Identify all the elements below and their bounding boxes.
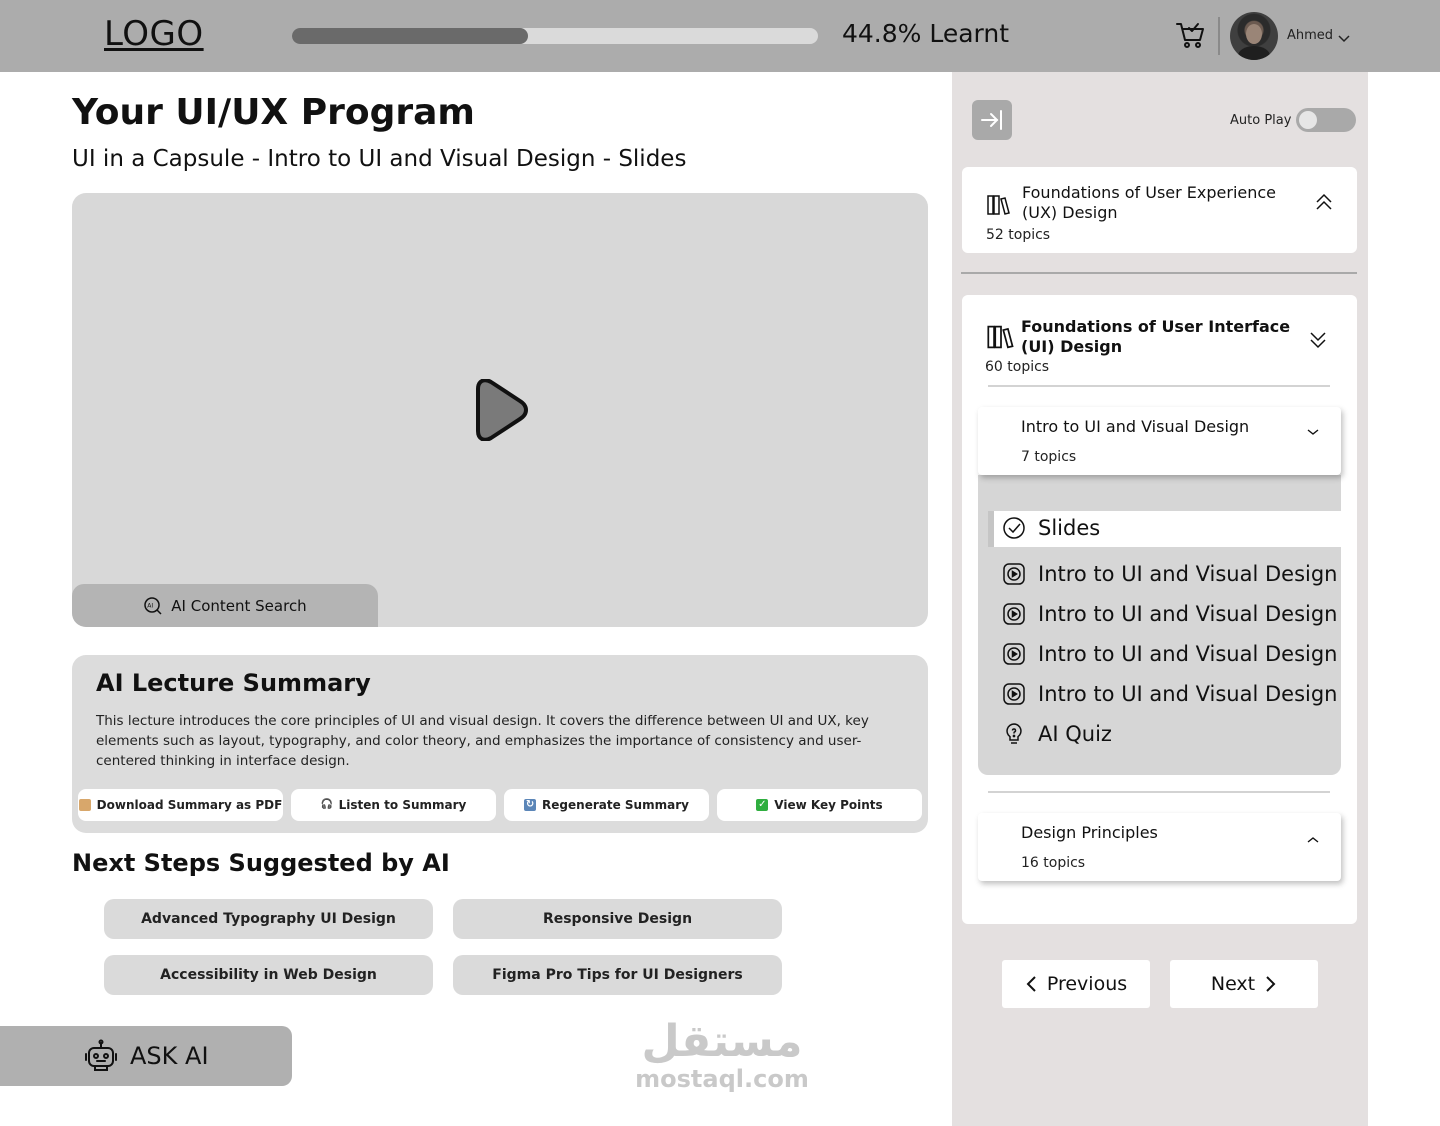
- lesson-item[interactable]: Intro to UI and Visual Design: [1002, 679, 1338, 709]
- download-summary-pdf-button[interactable]: Download Summary as PDF: [78, 789, 283, 821]
- regenerate-summary-button[interactable]: ↻ Regenerate Summary: [504, 789, 709, 821]
- check-icon: ✓: [756, 799, 769, 811]
- lesson-label: Intro to UI and Visual Design: [1038, 562, 1338, 586]
- collapse-sidebar-button[interactable]: [972, 100, 1012, 140]
- play-icon[interactable]: [470, 378, 530, 442]
- video-icon: [1003, 563, 1025, 585]
- lesson-label: Intro to UI and Visual Design: [1038, 642, 1338, 666]
- lesson-item[interactable]: Slides: [1002, 513, 1100, 543]
- lightbulb-icon: [1006, 723, 1022, 744]
- suggestion-button[interactable]: Advanced Typography UI Design: [104, 899, 433, 939]
- lesson-breadcrumb: UI in a Capsule - Intro to UI and Visual…: [72, 146, 687, 172]
- view-key-points-label: View Key Points: [774, 798, 883, 812]
- video-icon: [1003, 683, 1025, 705]
- chevron-right-icon: [1266, 976, 1276, 992]
- header-divider: [1218, 17, 1220, 55]
- lesson-label: Intro to UI and Visual Design: [1038, 602, 1338, 626]
- regenerate-summary-label: Regenerate Summary: [542, 798, 689, 812]
- user-name[interactable]: Ahmed: [1287, 28, 1333, 43]
- watermark-latin: mostaql.com: [635, 1065, 809, 1093]
- lesson-item[interactable]: Intro to UI and Visual Design: [1002, 599, 1338, 629]
- video-icon: [1003, 603, 1025, 625]
- ai-content-search-label: AI Content Search: [171, 596, 307, 615]
- top-bar: LOGO 44.8% Learnt Ahmed: [0, 0, 1440, 72]
- autoplay-label: Auto Play: [1230, 113, 1292, 128]
- books-icon: [987, 195, 1010, 215]
- autoplay-toggle[interactable]: [1296, 108, 1356, 132]
- chevron-down-icon[interactable]: [1306, 427, 1320, 437]
- next-button[interactable]: Next: [1170, 960, 1318, 1008]
- suggestion-button[interactable]: Accessibility in Web Design: [104, 955, 433, 995]
- listen-summary-label: Listen to Summary: [338, 798, 467, 812]
- next-steps-title: Next Steps Suggested by AI: [72, 849, 450, 877]
- toggle-knob: [1299, 111, 1317, 129]
- summary-title: AI Lecture Summary: [96, 669, 371, 697]
- chevron-up-icon[interactable]: [1306, 835, 1320, 845]
- course-topic-count: 52 topics: [986, 227, 1051, 243]
- check-circle-icon: [1003, 517, 1025, 539]
- summary-text: This lecture introduces the core princip…: [96, 713, 869, 769]
- course-ui: Foundations of User Interface (UI) Desig…: [962, 295, 1357, 924]
- chevron-double-down-icon[interactable]: [1308, 329, 1328, 351]
- lesson-label: AI Quiz: [1038, 722, 1112, 746]
- cart-icon[interactable]: [1174, 18, 1208, 52]
- progress-bar: [292, 28, 818, 44]
- course-topic-count: 60 topics: [985, 359, 1050, 375]
- view-key-points-button[interactable]: ✓ View Key Points: [717, 789, 922, 821]
- lesson-label: Slides: [1038, 516, 1101, 540]
- next-label: Next: [1210, 973, 1256, 995]
- course-sidebar: Auto Play Foundations of User Experience…: [952, 72, 1368, 1126]
- listen-summary-button[interactable]: 🎧 Listen to Summary: [291, 789, 496, 821]
- collapse-right-icon: [981, 110, 1002, 130]
- module-title: Design Principles: [1021, 823, 1158, 842]
- books-icon: [987, 325, 1014, 349]
- chevron-left-icon: [1026, 976, 1036, 992]
- video-icon: [1003, 643, 1025, 665]
- lesson-item[interactable]: Intro to UI and Visual Design: [1002, 639, 1338, 669]
- svg-text:AI: AI: [148, 602, 154, 609]
- course-ux[interactable]: Foundations of User Experience (UX) Desi…: [962, 167, 1357, 253]
- suggestion-button[interactable]: Responsive Design: [453, 899, 782, 939]
- headphones-icon: 🎧: [320, 799, 334, 810]
- chevron-down-icon[interactable]: [1337, 30, 1351, 44]
- watermark: مستقل mostaql.com: [632, 1016, 812, 1093]
- course-title[interactable]: Foundations of User Interface (UI) Desig…: [1021, 317, 1291, 357]
- ai-content-search-button[interactable]: AI AI Content Search: [72, 584, 378, 627]
- avatar[interactable]: [1230, 12, 1278, 60]
- lesson-item[interactable]: AI Quiz: [1002, 719, 1112, 749]
- suggestion-button[interactable]: Figma Pro Tips for UI Designers: [453, 955, 782, 995]
- module-topic-count: 16 topics: [1021, 855, 1086, 871]
- module-intro-ui[interactable]: Intro to UI and Visual Design 7 topics: [978, 407, 1341, 475]
- course-title: Foundations of User Experience (UX) Desi…: [1022, 183, 1277, 222]
- module-title: Intro to UI and Visual Design: [1021, 417, 1250, 436]
- progress-fill: [292, 28, 528, 44]
- lesson-item[interactable]: Intro to UI and Visual Design: [1002, 559, 1338, 589]
- divider: [988, 385, 1330, 387]
- watermark-arabic: مستقل: [641, 1016, 803, 1067]
- module-topic-count: 7 topics: [1021, 449, 1077, 465]
- ai-summary-panel: AI Lecture Summary This lecture introduc…: [72, 655, 928, 833]
- divider: [988, 791, 1330, 793]
- robot-icon: [85, 1039, 117, 1071]
- divider: [961, 272, 1357, 274]
- pdf-icon: [78, 799, 91, 811]
- download-summary-label: Download Summary as PDF: [96, 798, 283, 812]
- summary-actions: Download Summary as PDF 🎧 Listen to Summ…: [78, 789, 922, 821]
- ai-search-icon: AI: [144, 596, 162, 615]
- refresh-icon: ↻: [524, 799, 537, 811]
- lesson-label: Intro to UI and Visual Design: [1038, 682, 1338, 706]
- module-design-principles[interactable]: Design Principles 16 topics: [978, 813, 1341, 881]
- previous-button[interactable]: Previous: [1002, 960, 1150, 1008]
- ask-ai-label: ASK AI: [130, 1042, 209, 1070]
- previous-label: Previous: [1046, 973, 1128, 995]
- page-title: Your UI/UX Program: [72, 92, 475, 133]
- chevron-double-up-icon[interactable]: [1314, 191, 1334, 213]
- ask-ai-button[interactable]: ASK AI: [0, 1026, 292, 1086]
- logo[interactable]: LOGO: [104, 14, 204, 54]
- progress-label: 44.8% Learnt: [842, 19, 1010, 48]
